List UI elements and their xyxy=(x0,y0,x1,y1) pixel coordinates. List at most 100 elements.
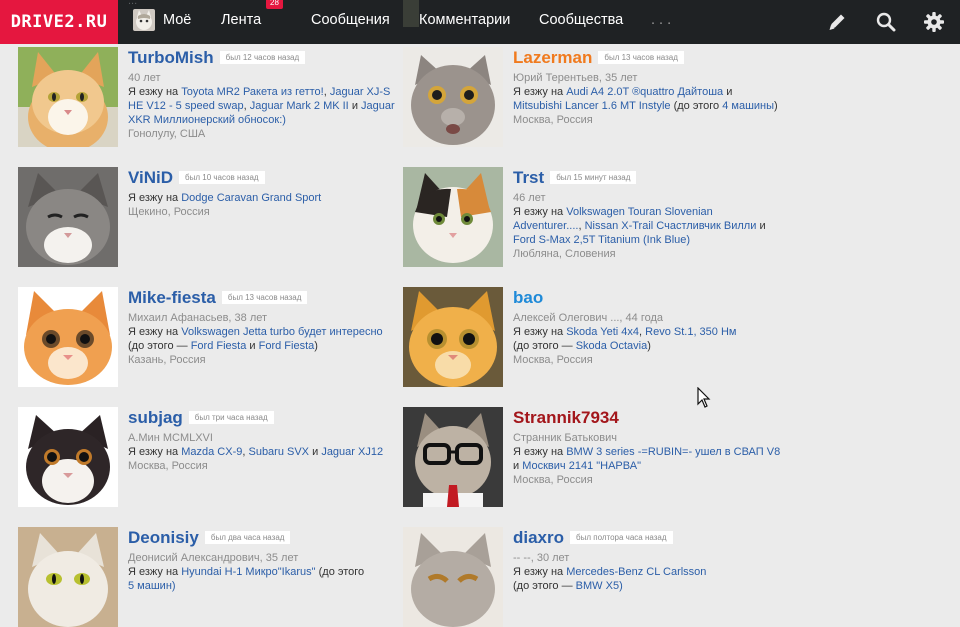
before-prefix: (до этого — xyxy=(513,580,573,592)
drive-prefix: Я езжу на xyxy=(513,566,564,578)
user-card: bao Алексей Олегович ..., 44 года Я езжу… xyxy=(403,287,783,387)
separator: , xyxy=(242,446,246,458)
user-name-link[interactable]: Deonisiy xyxy=(128,528,199,547)
car-link[interactable]: Revo St.1, 350 Нм xyxy=(645,326,736,338)
drive-prefix: Я езжу на xyxy=(128,326,179,338)
car-link[interactable]: Ford Fiesta xyxy=(191,340,247,352)
car-link[interactable]: Skoda Octavia xyxy=(576,340,648,352)
drive-prefix: Я езжу на xyxy=(513,326,564,338)
user-name-link[interactable]: bao xyxy=(513,288,543,307)
car-link[interactable]: Dodge Caravan Grand Sport xyxy=(181,192,321,204)
car-link[interactable]: Toyota MR2 Ракета из гетто! xyxy=(181,86,324,98)
car-link[interactable]: Mercedes-Benz CL Carlsson xyxy=(566,566,706,578)
user-card: Strannik7934 Странник Батькович Я езжу н… xyxy=(403,407,783,507)
user-meta: Юрий Терентьев, 35 лет xyxy=(513,72,638,84)
car-link[interactable]: Hyundai H-1 Микро"Ikarus" xyxy=(181,566,315,578)
user-avatar-image[interactable] xyxy=(403,47,503,147)
user-meta: 46 лет xyxy=(513,192,546,204)
drive-prefix: Я езжу на xyxy=(128,192,179,204)
last-seen-badge: был полтора часа назад xyxy=(570,531,673,544)
user-card: subjag был три часа назад А.Мин MCMLXVI Я… xyxy=(18,407,398,507)
user-name-link[interactable]: TurboMish xyxy=(128,48,214,67)
car-link[interactable]: Jaguar XJ12 xyxy=(321,446,383,458)
user-cars: Я езжу на Mazda CX-9, Subaru SVX и Jagua… xyxy=(128,445,398,459)
car-link[interactable]: Москвич 2141 "НАРВА" xyxy=(522,460,641,472)
user-name-link[interactable]: Lazerman xyxy=(513,48,592,67)
nav-comments[interactable]: Комментарии xyxy=(419,0,510,44)
pencil-icon[interactable] xyxy=(826,10,850,34)
user-location: Москва, Россия xyxy=(513,354,593,366)
user-cars: Я езжу на Dodge Caravan Grand Sport xyxy=(128,191,398,205)
separator: , xyxy=(639,326,643,338)
car-link[interactable]: 4 машины xyxy=(722,100,774,112)
nav-communities[interactable]: Сообщества xyxy=(539,0,623,44)
gear-icon[interactable] xyxy=(922,10,946,34)
drive-prefix: Я езжу на xyxy=(128,566,179,578)
separator: , xyxy=(243,100,247,112)
before-prefix: до этого — xyxy=(131,340,188,352)
user-avatar-image[interactable] xyxy=(403,527,503,627)
user-cars: Я езжу на Volkswagen Touran Slovenian Ad… xyxy=(513,205,783,247)
drive-prefix: Я езжу на xyxy=(128,86,179,98)
nav-more[interactable]: . . . xyxy=(651,0,671,44)
user-name-link[interactable]: diaxro xyxy=(513,528,564,547)
car-link[interactable]: Ford Fiesta xyxy=(259,340,315,352)
car-link[interactable]: Nissan X-Trail Счастливчик Вилли xyxy=(585,220,757,232)
user-card: TurboMish был 12 часов назад 40 лет Я езж… xyxy=(18,47,398,147)
user-card: diaxro был полтора часа назад -- --, 30 л… xyxy=(403,527,783,627)
car-link[interactable]: Volkswagen Jetta turbo будет интересно xyxy=(181,326,382,338)
car-link[interactable]: BMW 3 series -=RUBIN=- ушел в СВАП V8 xyxy=(566,446,780,458)
car-link[interactable]: 5 машин) xyxy=(128,580,176,592)
site-logo[interactable]: DRIVE2.RU xyxy=(0,0,118,44)
user-avatar-image[interactable] xyxy=(403,407,503,507)
drive-prefix: Я езжу на xyxy=(128,446,179,458)
user-avatar[interactable] xyxy=(133,9,155,31)
user-meta: 40 лет xyxy=(128,72,161,84)
user-meta: -- --, 30 лет xyxy=(513,552,570,564)
user-card: Mike-fiesta был 13 часов назад Михаил Афа… xyxy=(18,287,398,387)
top-navigation-bar: ... DRIVE2.RU Моё Лента 28 Сообщения Ком… xyxy=(0,0,960,44)
user-avatar-image[interactable] xyxy=(18,167,118,267)
drive-prefix: Я езжу на xyxy=(513,206,564,218)
car-link[interactable]: Subaru SVX xyxy=(248,446,309,458)
user-avatar-image[interactable] xyxy=(18,527,118,627)
car-link[interactable]: Skoda Yeti 4x4 xyxy=(566,326,639,338)
last-seen-badge: был 13 часов назад xyxy=(598,51,684,64)
user-cars: Я езжу на Skoda Yeti 4x4, Revo St.1, 350… xyxy=(513,326,737,352)
user-avatar-image[interactable] xyxy=(18,407,118,507)
user-cars: Я езжу на Volkswagen Jetta turbo будет и… xyxy=(128,326,383,352)
separator: ) xyxy=(314,340,318,352)
nav-lenta[interactable]: Лента xyxy=(221,0,261,44)
user-avatar-image[interactable] xyxy=(403,167,503,267)
user-name-link[interactable]: Strannik7934 xyxy=(513,408,619,427)
user-location: Казань, Россия xyxy=(128,354,206,366)
user-avatar-image[interactable] xyxy=(403,287,503,387)
ghost-text: ... xyxy=(128,0,138,7)
separator: и xyxy=(351,100,358,112)
search-icon[interactable] xyxy=(874,10,898,34)
user-meta: Странник Батькович xyxy=(513,432,618,444)
user-avatar-image[interactable] xyxy=(18,287,118,387)
separator: ) xyxy=(647,340,651,352)
last-seen-badge: был 12 часов назад xyxy=(219,51,306,64)
car-link[interactable]: Audi A4 2.0T ®quattro Дайтоша xyxy=(566,86,723,98)
lenta-count-badge: 28 xyxy=(266,0,283,9)
user-avatar-image[interactable] xyxy=(18,47,118,147)
user-name-link[interactable]: Mike-fiesta xyxy=(128,288,216,307)
notification-thumbnail xyxy=(403,0,419,27)
car-link[interactable]: Ford S-Max 2,5T Titanium (Ink Blue) xyxy=(513,234,690,246)
user-location: Москва, Россия xyxy=(128,460,208,472)
nav-moe[interactable]: Моё xyxy=(163,0,191,44)
nav-messages[interactable]: Сообщения xyxy=(311,0,390,44)
user-card: Deonisiy был два часа назад Деонисий Алек… xyxy=(18,527,398,627)
car-link[interactable]: BMW X5) xyxy=(576,580,623,592)
user-name-link[interactable]: Trst xyxy=(513,168,544,187)
user-name-link[interactable]: ViNiD xyxy=(128,168,173,187)
car-link[interactable]: Mazda CX-9 xyxy=(181,446,242,458)
user-name-link[interactable]: subjag xyxy=(128,408,183,427)
car-link[interactable]: Jaguar Mark 2 MK II xyxy=(250,100,349,112)
user-card: Lazerman был 13 часов назад Юрий Терентье… xyxy=(403,47,783,147)
last-seen-badge: был 13 часов назад xyxy=(221,291,308,304)
car-link[interactable]: Mitsubishi Lancer 1.6 MT Instyle xyxy=(513,100,671,112)
user-card: Trst был 15 минут назад 46 лет Я езжу на … xyxy=(403,167,783,267)
